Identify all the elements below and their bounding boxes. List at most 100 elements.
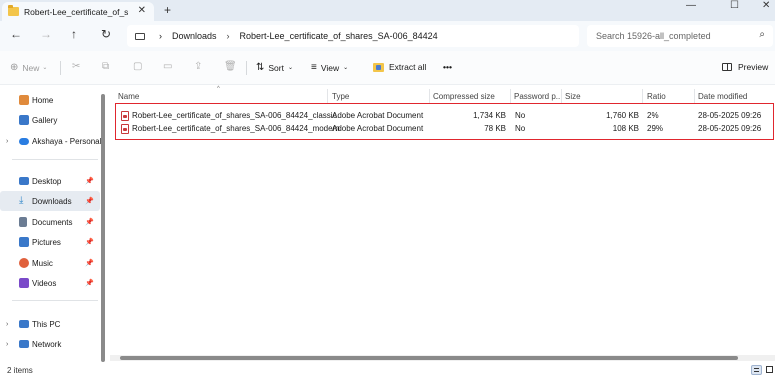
sidebar-item-desktop[interactable]: Desktop 📌	[0, 171, 100, 191]
tab-active[interactable]: Robert-Lee_certificate_of_shares_SA-006_…	[2, 2, 154, 21]
music-icon	[19, 258, 29, 268]
pin-icon: 📌	[85, 260, 94, 267]
sort-button[interactable]: ⇅ Sort ⌄	[256, 62, 293, 73]
videos-icon	[19, 278, 29, 288]
view-icon: ≡	[311, 62, 317, 73]
copy-icon[interactable]: ⧉	[102, 61, 109, 72]
chevron-right-icon[interactable]: ›	[6, 321, 8, 328]
pin-icon: 📌	[85, 198, 94, 205]
sidebar-item-label: Downloads	[32, 196, 72, 206]
sidebar-item-videos[interactable]: Videos 📌	[0, 273, 100, 293]
column-header-name[interactable]: Name	[118, 92, 139, 101]
sidebar-item-music[interactable]: Music 📌	[0, 253, 100, 273]
sidebar-item-downloads[interactable]: ⤓ Downloads 📌	[0, 191, 100, 211]
column-separator[interactable]	[561, 89, 562, 103]
share-icon[interactable]: ⇪	[194, 61, 202, 72]
preview-label: Preview	[738, 62, 769, 72]
sidebar-item-label: Pictures	[32, 237, 61, 247]
pin-icon: 📌	[85, 219, 94, 226]
sidebar-item-personal[interactable]: › Akshaya - Personal	[0, 131, 101, 151]
column-separator[interactable]	[327, 89, 328, 103]
preview-button[interactable]: Preview	[722, 62, 768, 72]
more-icon: •••	[443, 62, 452, 72]
maximize-button[interactable]: ☐	[730, 0, 739, 11]
close-window-button[interactable]: ✕	[762, 0, 770, 11]
toolbar-divider	[246, 61, 247, 75]
column-header-size[interactable]: Size	[565, 92, 581, 101]
search-icon[interactable]: ⌕	[759, 29, 765, 40]
extract-label: Extract all	[389, 62, 427, 72]
more-options-button[interactable]: •••	[443, 62, 452, 72]
sidebar-item-gallery[interactable]: Gallery	[0, 110, 100, 130]
details-view-icon	[754, 368, 759, 372]
chevron-down-icon: ⌄	[287, 65, 294, 71]
column-separator[interactable]	[510, 89, 511, 103]
search-placeholder: Search 15926-all_completed	[596, 31, 711, 41]
breadcrumb-separator: ›	[159, 31, 162, 41]
column-header-password[interactable]: Password p...	[514, 92, 562, 101]
column-separator[interactable]	[694, 89, 695, 103]
chevron-down-icon: ⌄	[343, 65, 349, 71]
minimize-button[interactable]: —	[686, 0, 696, 11]
rename-icon[interactable]: ▭	[163, 61, 172, 72]
new-tab-button[interactable]: +	[164, 3, 171, 17]
tab-close-icon[interactable]: ✕	[138, 5, 146, 16]
breadcrumb-downloads[interactable]: Downloads	[172, 31, 217, 41]
sidebar-item-this-pc[interactable]: › This PC	[0, 314, 100, 334]
address-bar[interactable]: › Downloads › Robert-Lee_certificate_of_…	[127, 25, 579, 47]
view-label: View	[320, 62, 340, 73]
horizontal-scrollbar-thumb[interactable]	[120, 356, 738, 360]
view-button[interactable]: ≡ View ⌄	[311, 62, 348, 73]
up-arrow-icon[interactable]: ↑	[71, 27, 77, 41]
breadcrumb-separator: ›	[226, 31, 230, 41]
new-button[interactable]: ⊕ New ⌄	[10, 62, 47, 73]
tiles-view-button[interactable]	[764, 365, 775, 375]
column-header-type[interactable]: Type	[332, 92, 349, 101]
paste-icon[interactable]: ▢	[133, 61, 142, 72]
sidebar-divider	[12, 300, 98, 301]
desktop-icon	[19, 177, 29, 185]
extract-icon	[373, 62, 384, 72]
tiles-view-icon	[766, 366, 773, 373]
sidebar-scrollbar[interactable]	[101, 94, 105, 362]
column-header-ratio[interactable]: Ratio	[647, 92, 666, 101]
cut-icon[interactable]: ✂	[72, 61, 80, 72]
sidebar-item-label: Music	[32, 258, 53, 268]
pictures-icon	[19, 237, 29, 247]
extract-all-button[interactable]: Extract all	[373, 62, 426, 72]
pin-icon: 📌	[85, 280, 94, 287]
sort-icon: ⇅	[256, 62, 265, 73]
home-icon	[19, 95, 29, 105]
sidebar-item-label: Documents	[32, 217, 73, 227]
column-separator[interactable]	[642, 89, 643, 103]
sidebar-item-label: Videos	[32, 278, 57, 288]
sidebar-item-label: This PC	[32, 319, 61, 329]
column-header-date-modified[interactable]: Date modified	[698, 92, 747, 101]
download-icon: ⤓	[19, 195, 24, 206]
selection-highlight-box	[115, 103, 774, 140]
refresh-icon[interactable]: ↻	[101, 27, 111, 41]
sidebar-item-pictures[interactable]: Pictures 📌	[0, 232, 100, 252]
title-bar: Robert-Lee_certificate_of_shares_SA-006_…	[0, 0, 775, 21]
chevron-right-icon[interactable]: ›	[6, 138, 8, 145]
sidebar-item-label: Home	[32, 95, 54, 105]
sidebar-item-home[interactable]: Home	[0, 90, 100, 110]
sidebar-item-documents[interactable]: Documents 📌	[0, 212, 100, 232]
delete-icon[interactable]: 🗑	[224, 61, 237, 72]
details-view-button[interactable]	[751, 365, 762, 375]
chevron-right-icon[interactable]: ›	[6, 341, 8, 348]
search-input[interactable]: Search 15926-all_completed ⌕	[587, 25, 773, 47]
back-arrow-icon[interactable]: ←	[10, 27, 22, 41]
sidebar-divider	[12, 159, 98, 160]
plus-circle-icon: ⊕	[10, 62, 19, 73]
sidebar-item-network[interactable]: › Network	[0, 334, 100, 354]
sort-label: Sort	[268, 62, 284, 73]
sidebar-item-label: Desktop	[32, 176, 62, 186]
network-icon	[19, 340, 29, 348]
column-separator[interactable]	[429, 89, 430, 103]
chevron-down-icon: ⌄	[42, 65, 48, 71]
column-header-compressed-size[interactable]: Compressed size	[433, 92, 495, 101]
forward-arrow-icon[interactable]: →	[40, 27, 52, 41]
breadcrumb-current[interactable]: Robert-Lee_certificate_of_shares_SA-006_…	[240, 31, 438, 41]
toolbar-divider	[60, 61, 61, 75]
